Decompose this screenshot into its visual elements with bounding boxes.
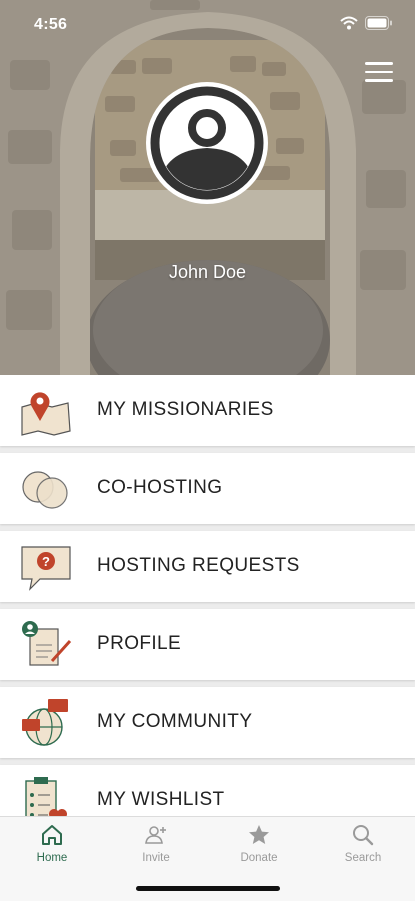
status-time: 4:56 <box>34 16 68 33</box>
status-icons <box>340 16 393 30</box>
tab-invite[interactable]: Invite <box>116 823 196 875</box>
globe-chat-icon <box>22 699 68 746</box>
tab-invite-label: Invite <box>142 852 170 864</box>
menu-item-label: CO-HOSTING <box>97 477 223 498</box>
menu-item-profile[interactable]: PROFILE <box>0 609 415 680</box>
tab-home-label: Home <box>36 852 68 864</box>
profile-document-icon <box>22 621 72 666</box>
menu-item-hosting-requests[interactable]: ? HOSTING REQUESTS <box>0 531 415 602</box>
user-name: John Doe <box>168 262 247 282</box>
home-icon <box>42 825 62 845</box>
battery-icon <box>365 16 392 30</box>
main-menu-list: MY MISSIONARIES CO-HOSTING ? HOSTING REQ… <box>0 375 415 816</box>
tab-search-label: Search <box>344 852 382 864</box>
tab-home[interactable]: Home <box>12 823 92 875</box>
hamburger-menu-icon[interactable] <box>365 62 393 84</box>
overlapping-circles-icon <box>22 471 68 509</box>
tab-donate[interactable]: Donate <box>219 823 299 875</box>
wifi-icon <box>340 16 358 30</box>
user-avatar-icon <box>150 86 264 200</box>
search-icon <box>353 825 374 846</box>
wishlist-clipboard-icon <box>25 777 67 816</box>
tab-donate-label: Donate <box>240 852 278 864</box>
star-icon <box>249 825 269 844</box>
tab-search[interactable]: Search <box>323 823 403 875</box>
menu-item-label: HOSTING REQUESTS <box>97 555 300 576</box>
map-pin-icon <box>21 392 71 436</box>
status-bar: 4:56 <box>0 0 415 48</box>
add-person-icon <box>145 826 166 844</box>
menu-item-label: MY WISHLIST <box>97 789 225 810</box>
menu-item-my-community[interactable]: MY COMMUNITY <box>0 687 415 758</box>
menu-item-co-hosting[interactable]: CO-HOSTING <box>0 453 415 524</box>
home-indicator <box>136 886 280 891</box>
menu-item-label: MY COMMUNITY <box>97 711 253 732</box>
menu-item-label: PROFILE <box>97 633 182 654</box>
svg-text:?: ? <box>42 554 50 569</box>
question-chat-icon: ? <box>21 546 71 591</box>
menu-item-my-missionaries[interactable]: MY MISSIONARIES <box>0 375 415 446</box>
menu-item-label: MY MISSIONARIES <box>97 399 274 420</box>
profile-avatar[interactable] <box>146 82 268 204</box>
menu-item-my-wishlist[interactable]: MY WISHLIST <box>0 765 415 816</box>
